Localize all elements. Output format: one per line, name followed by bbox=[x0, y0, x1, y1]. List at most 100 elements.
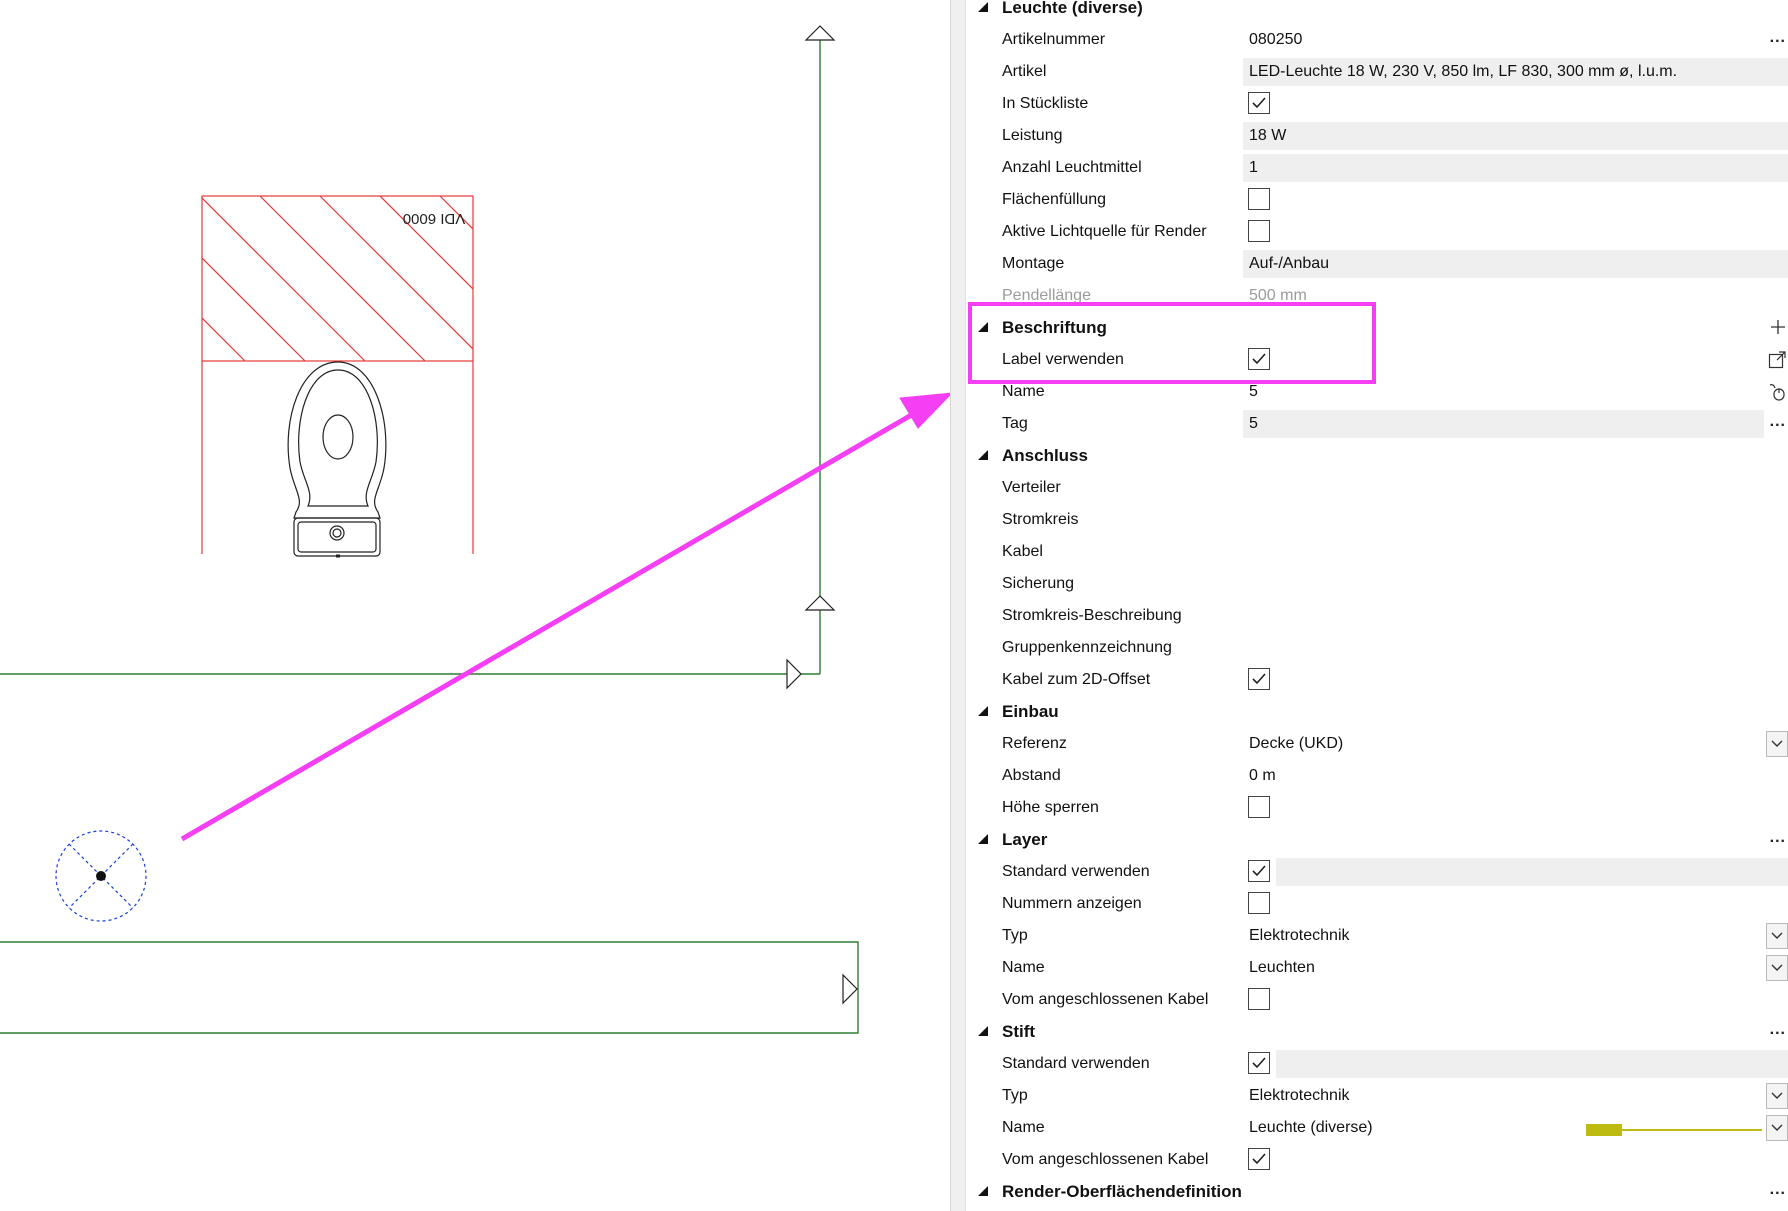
property-row-standard-verwenden[interactable]: Standard verwenden bbox=[966, 856, 1788, 888]
value-field-background bbox=[1276, 858, 1788, 886]
collapse-triangle-icon[interactable] bbox=[978, 1186, 988, 1196]
checkbox[interactable] bbox=[1248, 668, 1270, 690]
property-label: Vom angeschlossenen Kabel bbox=[1002, 991, 1209, 1008]
property-row-standard-verwenden[interactable]: Standard verwenden bbox=[966, 1048, 1788, 1080]
property-value[interactable] bbox=[1243, 538, 1788, 566]
drawing-canvas[interactable]: VDI 6000 bbox=[0, 0, 950, 1211]
pen-line-preview bbox=[1622, 1129, 1762, 1131]
property-row-abstand[interactable]: Abstand 0 m bbox=[966, 760, 1788, 792]
property-select[interactable]: Leuchten bbox=[1243, 954, 1764, 982]
property-row-hohe-sperren[interactable]: Höhe sperren bbox=[966, 792, 1788, 824]
checkbox[interactable] bbox=[1248, 92, 1270, 114]
collapse-triangle-icon[interactable] bbox=[978, 1026, 988, 1036]
property-row-anzahl-leuchtmittel[interactable]: Anzahl Leuchtmittel 1 bbox=[966, 152, 1788, 184]
property-label: Stift bbox=[1002, 1022, 1036, 1041]
more-options-icon[interactable]: ... bbox=[1770, 28, 1786, 48]
property-select[interactable]: Leuchte (diverse) bbox=[1243, 1114, 1764, 1142]
section-render-oberflachendefinition[interactable]: Render-Oberflächendefinition... bbox=[966, 1176, 1788, 1208]
property-label: Tag bbox=[1002, 415, 1028, 432]
property-value[interactable] bbox=[1243, 602, 1788, 630]
section-beschriftung[interactable]: Beschriftung bbox=[966, 312, 1788, 344]
property-value[interactable] bbox=[1243, 570, 1788, 598]
property-row-label-verwenden[interactable]: Label verwenden bbox=[966, 344, 1788, 376]
property-row-vom-angeschlossenen-kabel[interactable]: Vom angeschlossenen Kabel bbox=[966, 984, 1788, 1016]
property-row-montage[interactable]: Montage Auf-/Anbau bbox=[966, 248, 1788, 280]
property-row-stromkreis[interactable]: Stromkreis bbox=[966, 504, 1788, 536]
checkbox[interactable] bbox=[1248, 348, 1270, 370]
more-options-icon[interactable]: ... bbox=[1770, 412, 1786, 432]
property-value[interactable]: Auf-/Anbau bbox=[1243, 250, 1788, 278]
checkbox[interactable] bbox=[1248, 1052, 1270, 1074]
checkbox[interactable] bbox=[1248, 220, 1270, 242]
more-options-icon[interactable]: ... bbox=[1770, 1020, 1786, 1040]
checkbox[interactable] bbox=[1248, 988, 1270, 1010]
external-link-icon[interactable] bbox=[1768, 351, 1786, 369]
section-layer[interactable]: Layer... bbox=[966, 824, 1788, 856]
property-row-vom-angeschlossenen-kabel[interactable]: Vom angeschlossenen Kabel bbox=[966, 1144, 1788, 1176]
collapse-triangle-icon[interactable] bbox=[978, 322, 988, 332]
chevron-down-icon[interactable] bbox=[1766, 923, 1788, 949]
property-row-nummern-anzeigen[interactable]: Nummern anzeigen bbox=[966, 888, 1788, 920]
property-row-name[interactable]: Name Leuchte (diverse) bbox=[966, 1112, 1788, 1144]
chevron-down-icon[interactable] bbox=[1766, 1083, 1788, 1109]
section-stift[interactable]: Stift... bbox=[966, 1016, 1788, 1048]
property-row-verteiler[interactable]: Verteiler bbox=[966, 472, 1788, 504]
property-row-typ[interactable]: Typ Elektrotechnik bbox=[966, 920, 1788, 952]
property-value[interactable]: 18 W bbox=[1243, 122, 1788, 150]
property-value[interactable]: 5 bbox=[1243, 378, 1788, 406]
property-value[interactable]: 1 bbox=[1243, 154, 1788, 182]
property-row-in-stuckliste[interactable]: In Stückliste bbox=[966, 88, 1788, 120]
section-leuchte-diverse[interactable]: Leuchte (diverse) bbox=[966, 0, 1788, 24]
property-row-name[interactable]: Name Leuchten bbox=[966, 952, 1788, 984]
chevron-down-icon[interactable] bbox=[1766, 731, 1788, 757]
more-options-icon[interactable]: ... bbox=[1770, 828, 1786, 848]
property-row-aktive-lichtquelle-fur-render[interactable]: Aktive Lichtquelle für Render bbox=[966, 216, 1788, 248]
property-row-kabel-zum-2d-offset[interactable]: Kabel zum 2D-Offset bbox=[966, 664, 1788, 696]
collapse-triangle-icon[interactable] bbox=[978, 450, 988, 460]
property-select[interactable]: Elektrotechnik bbox=[1243, 922, 1764, 950]
property-row-sicherung[interactable]: Sicherung bbox=[966, 568, 1788, 600]
property-row-leistung[interactable]: Leistung 18 W bbox=[966, 120, 1788, 152]
property-label: Artikel bbox=[1002, 63, 1047, 80]
property-row-gruppenkennzeichnung[interactable]: Gruppenkennzeichnung bbox=[966, 632, 1788, 664]
checkbox[interactable] bbox=[1248, 860, 1270, 882]
more-options-icon[interactable]: ... bbox=[1770, 1180, 1786, 1200]
checkbox[interactable] bbox=[1248, 1148, 1270, 1170]
property-row-referenz[interactable]: Referenz Decke (UKD) bbox=[966, 728, 1788, 760]
checkbox[interactable] bbox=[1248, 796, 1270, 818]
property-value[interactable] bbox=[1243, 474, 1788, 502]
section-einbau[interactable]: Einbau bbox=[966, 696, 1788, 728]
property-row-tag[interactable]: Tag 5... bbox=[966, 408, 1788, 440]
panel-splitter[interactable] bbox=[950, 0, 966, 1211]
property-row-name[interactable]: Name 5 bbox=[966, 376, 1788, 408]
property-row-typ[interactable]: Typ Elektrotechnik bbox=[966, 1080, 1788, 1112]
property-row-artikel[interactable]: Artikel LED-Leuchte 18 W, 230 V, 850 lm, … bbox=[966, 56, 1788, 88]
section-anschluss[interactable]: Anschluss bbox=[966, 440, 1788, 472]
chevron-down-icon[interactable] bbox=[1766, 1115, 1788, 1141]
checkbox[interactable] bbox=[1248, 188, 1270, 210]
property-select[interactable]: Decke (UKD) bbox=[1243, 730, 1764, 758]
property-select[interactable]: Elektrotechnik bbox=[1243, 1082, 1764, 1110]
property-label: Flächenfüllung bbox=[1002, 191, 1107, 208]
property-value[interactable]: 0 m bbox=[1243, 762, 1788, 790]
mouse-pick-icon[interactable] bbox=[1768, 383, 1786, 401]
collapse-triangle-icon[interactable] bbox=[978, 2, 988, 12]
property-row-pendellange[interactable]: Pendellänge 500 mm bbox=[966, 280, 1788, 312]
checkbox[interactable] bbox=[1248, 892, 1270, 914]
property-value[interactable] bbox=[1243, 634, 1788, 662]
collapse-triangle-icon[interactable] bbox=[978, 706, 988, 716]
stamp-label: VDI 6000 bbox=[403, 210, 466, 227]
property-value[interactable]: 080250 bbox=[1243, 26, 1788, 54]
property-value[interactable]: LED-Leuchte 18 W, 230 V, 850 lm, LF 830,… bbox=[1243, 58, 1788, 86]
chevron-down-icon[interactable] bbox=[1766, 955, 1788, 981]
property-row-flachenfullung[interactable]: Flächenfüllung bbox=[966, 184, 1788, 216]
plus-icon[interactable] bbox=[1770, 319, 1786, 335]
property-label: Anzahl Leuchtmittel bbox=[1002, 159, 1142, 176]
collapse-triangle-icon[interactable] bbox=[978, 834, 988, 844]
property-value[interactable] bbox=[1243, 506, 1788, 534]
property-row-kabel[interactable]: Kabel bbox=[966, 536, 1788, 568]
property-value[interactable]: 5 bbox=[1243, 410, 1764, 438]
property-row-artikelnummer[interactable]: Artikelnummer 080250... bbox=[966, 24, 1788, 56]
property-row-stromkreis-beschreibung[interactable]: Stromkreis-Beschreibung bbox=[966, 600, 1788, 632]
property-value[interactable]: 500 mm bbox=[1243, 282, 1788, 310]
